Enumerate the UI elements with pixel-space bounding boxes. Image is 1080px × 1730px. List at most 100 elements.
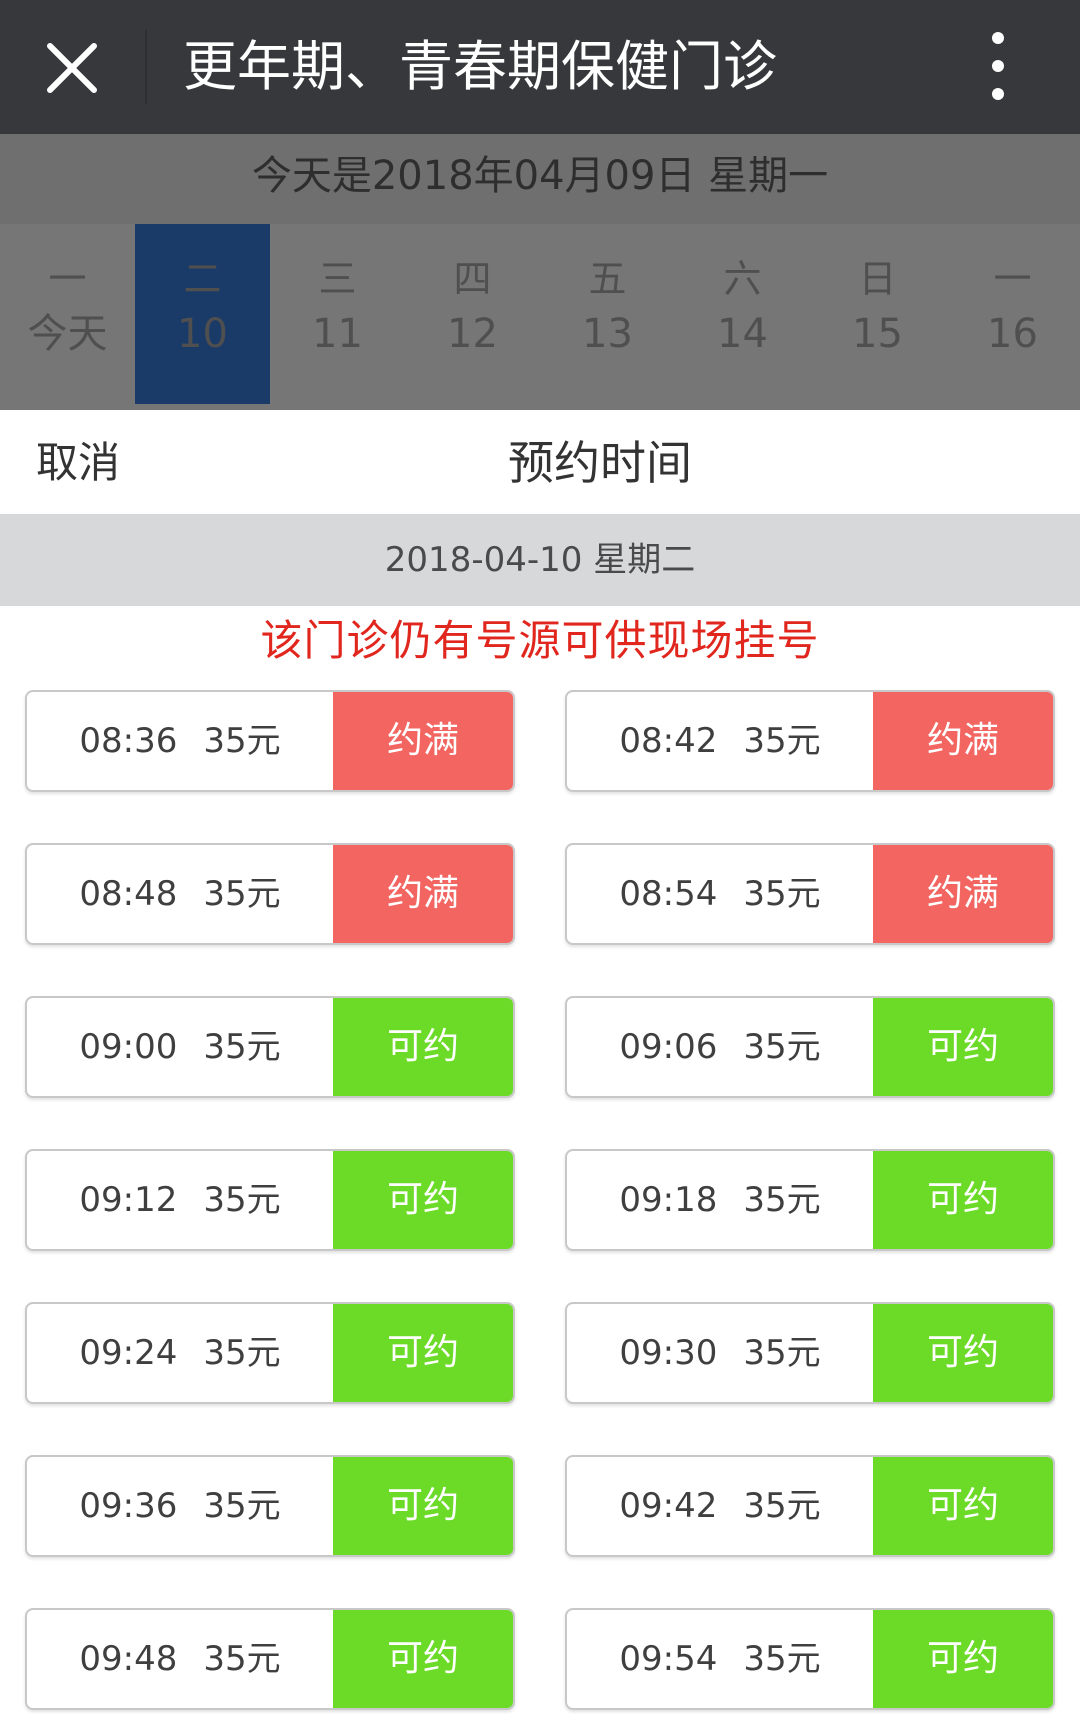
book-slot-button[interactable]: 可约 [333,998,513,1096]
slot-price: 35元 [203,1486,281,1526]
slot-time: 09:48 [79,1639,178,1679]
close-icon[interactable] [42,38,102,98]
sheet-title: 预约时间 [508,436,692,490]
day-cell[interactable]: 四 12 [405,224,540,404]
slot-price: 35元 [203,721,281,761]
slot-time: 08:54 [619,874,718,914]
slot-price: 35元 [203,1180,281,1220]
day-cell-selected[interactable]: 二 10 [135,224,270,404]
slot-time: 09:54 [619,1639,718,1679]
book-slot-button[interactable]: 可约 [333,1151,513,1249]
slot-info: 08:36 35元 [27,692,333,790]
slot-info: 09:24 35元 [27,1304,333,1402]
day-cell[interactable]: 三 11 [270,224,405,404]
slot-info: 09:18 35元 [567,1151,873,1249]
slot-info: 08:42 35元 [567,692,873,790]
day-date: 14 [717,311,768,357]
time-slot[interactable]: 09:18 35元 可约 [565,1149,1055,1251]
day-weekday: 三 [318,257,357,301]
slot-info: 09:30 35元 [567,1304,873,1402]
day-weekday: 二 [183,257,222,301]
more-options-icon[interactable] [980,30,1016,104]
day-date: 13 [582,311,633,357]
time-slot[interactable]: 09:54 35元 可约 [565,1608,1055,1710]
book-slot-button[interactable]: 可约 [333,1610,513,1708]
day-cell[interactable]: 六 14 [675,224,810,404]
slot-info: 09:12 35元 [27,1151,333,1249]
day-date: 16 [987,311,1038,357]
time-slot[interactable]: 08:42 35元 约满 [565,690,1055,792]
day-date: 15 [852,311,903,357]
slot-info: 08:54 35元 [567,845,873,943]
header-divider [145,30,147,104]
slot-price: 35元 [203,874,281,914]
slot-time: 09:00 [79,1027,178,1067]
slot-time: 09:18 [619,1180,718,1220]
slot-info: 09:54 35元 [567,1610,873,1708]
book-slot-button[interactable]: 可约 [873,1151,1053,1249]
day-date: 11 [312,311,363,357]
day-weekday: 四 [453,257,492,301]
appointment-time-sheet: 取消 预约时间 2018-04-10 星期二 该门诊仍有号源可供现场挂号 08:… [0,410,1080,1730]
time-slot[interactable]: 09:48 35元 可约 [25,1608,515,1710]
slot-time: 09:36 [79,1486,178,1526]
day-cell[interactable]: 五 13 [540,224,675,404]
slot-price: 35元 [203,1639,281,1679]
slot-full-badge: 约满 [873,692,1053,790]
slot-full-badge: 约满 [873,845,1053,943]
book-slot-button[interactable]: 可约 [873,1304,1053,1402]
book-slot-button[interactable]: 可约 [873,1610,1053,1708]
slot-price: 35元 [743,1639,821,1679]
slot-time: 08:36 [79,721,178,761]
day-cell[interactable]: 一 16 [945,224,1080,404]
day-selector: 一 今天 二 10 三 11 四 12 五 13 六 14 日 15 一 16 [0,224,1080,410]
book-slot-button[interactable]: 可约 [873,1457,1053,1555]
slot-time: 08:42 [619,721,718,761]
slot-price: 35元 [743,1333,821,1373]
time-slot[interactable]: 09:12 35元 可约 [25,1149,515,1251]
slot-info: 09:06 35元 [567,998,873,1096]
time-slot[interactable]: 08:48 35元 约满 [25,843,515,945]
time-slot[interactable]: 09:30 35元 可约 [565,1302,1055,1404]
app-header: 更年期、青春期保健门诊 [0,0,1080,134]
sheet-header: 取消 预约时间 [0,410,1080,514]
slot-price: 35元 [203,1027,281,1067]
slot-time: 09:12 [79,1180,178,1220]
slot-time: 08:48 [79,874,178,914]
background-page: 今天是2018年04月09日 星期一 一 今天 二 10 三 11 四 12 五… [0,134,1080,410]
slot-time: 09:06 [619,1027,718,1067]
slot-info: 09:36 35元 [27,1457,333,1555]
time-slot[interactable]: 09:06 35元 可约 [565,996,1055,1098]
slot-price: 35元 [743,1486,821,1526]
day-weekday: 一 [993,257,1032,301]
time-slot[interactable]: 09:36 35元 可约 [25,1455,515,1557]
day-weekday: 一 [48,257,87,301]
slot-full-badge: 约满 [333,845,513,943]
time-slot[interactable]: 08:36 35元 约满 [25,690,515,792]
time-slot[interactable]: 09:42 35元 可约 [565,1455,1055,1557]
day-date: 今天 [27,311,108,357]
book-slot-button[interactable]: 可约 [333,1457,513,1555]
book-slot-button[interactable]: 可约 [873,998,1053,1096]
walk-in-notice: 该门诊仍有号源可供现场挂号 [260,616,820,665]
slot-time: 09:24 [79,1333,178,1373]
slot-price: 35元 [203,1333,281,1373]
day-date: 12 [447,311,498,357]
slot-info: 09:00 35元 [27,998,333,1096]
day-weekday: 日 [858,257,897,301]
today-date-bar: 今天是2018年04月09日 星期一 [0,134,1080,224]
day-cell[interactable]: 日 15 [810,224,945,404]
day-cell[interactable]: 一 今天 [0,224,135,404]
book-slot-button[interactable]: 可约 [333,1304,513,1402]
time-slot[interactable]: 09:24 35元 可约 [25,1302,515,1404]
day-weekday: 六 [723,257,762,301]
page-title: 更年期、青春期保健门诊 [183,35,777,98]
slot-info: 09:42 35元 [567,1457,873,1555]
day-weekday: 五 [588,257,627,301]
time-slot[interactable]: 09:00 35元 可约 [25,996,515,1098]
slot-info: 09:48 35元 [27,1610,333,1708]
time-slot[interactable]: 08:54 35元 约满 [565,843,1055,945]
slot-price: 35元 [743,874,821,914]
day-date: 10 [177,311,228,357]
slot-price: 35元 [743,721,821,761]
